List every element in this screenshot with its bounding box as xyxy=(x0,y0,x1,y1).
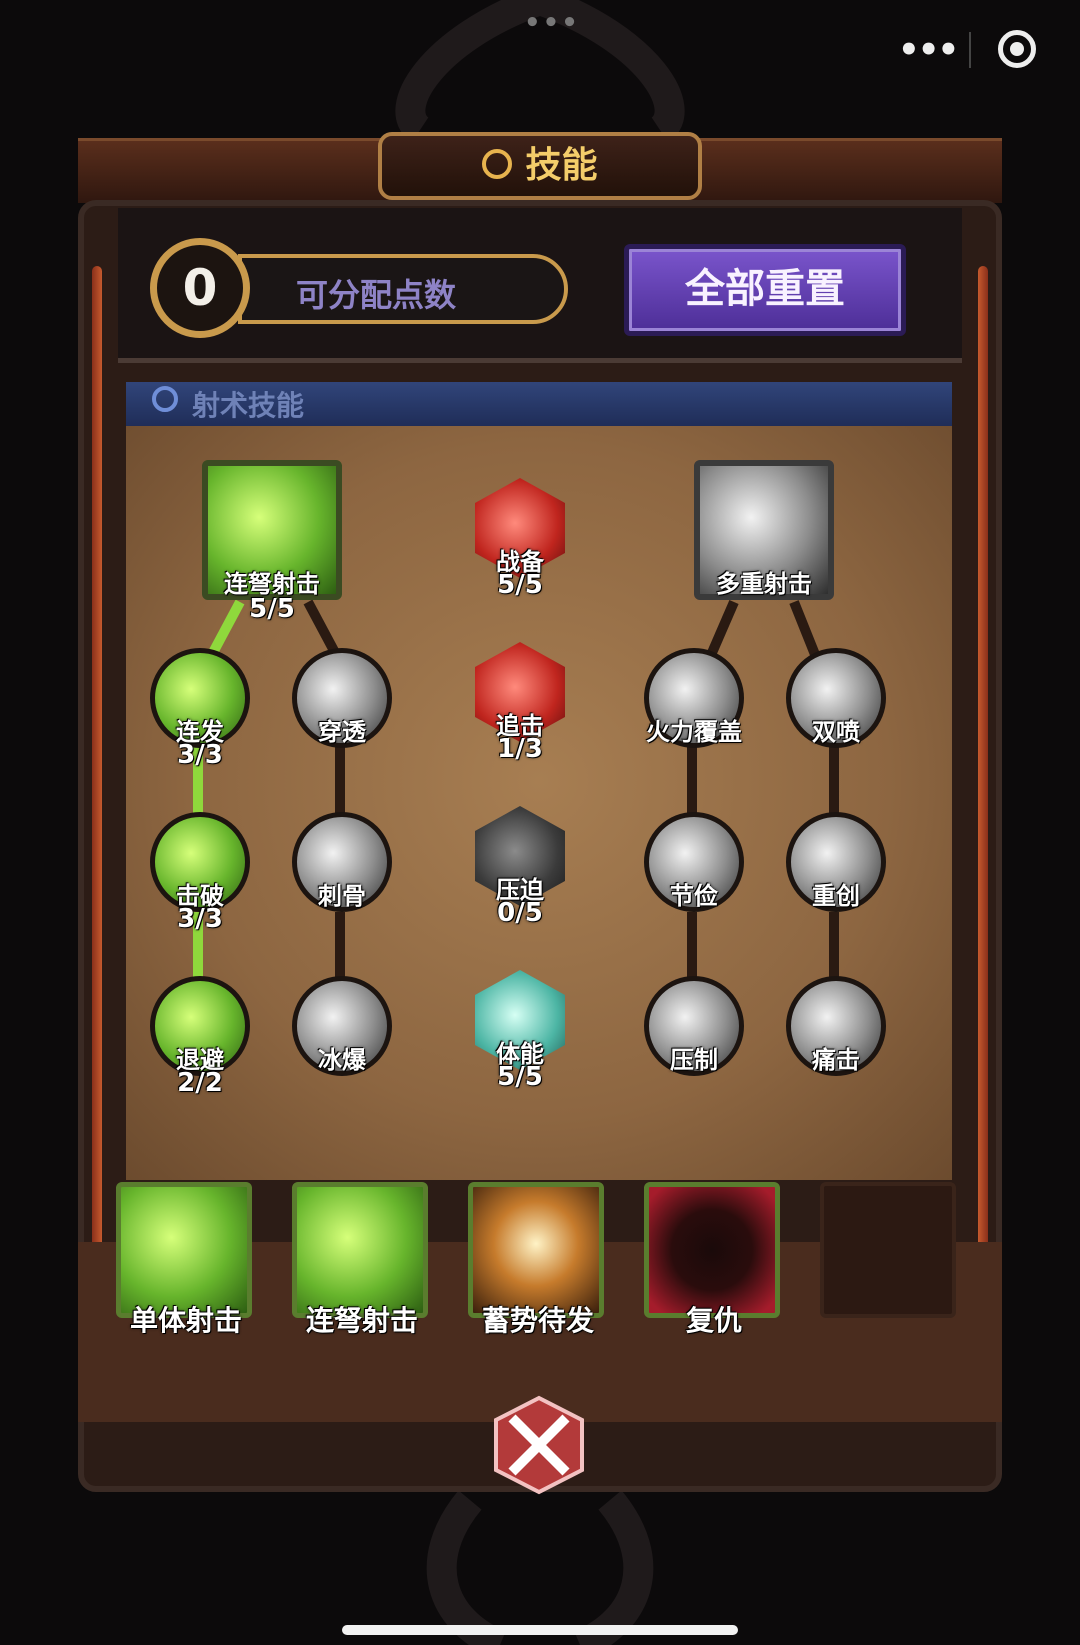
skill-count: 2/2 xyxy=(177,1068,223,1098)
equipped-slot-3[interactable]: 蓄势待发 xyxy=(468,1182,604,1337)
skill-node-center-2[interactable]: 追击 1/3 xyxy=(470,642,570,764)
slot-label: 蓄势待发 xyxy=(481,1304,594,1337)
skill-name: 痛击 xyxy=(812,1046,860,1074)
more-button[interactable]: ••• xyxy=(898,30,959,70)
skill-node-col1-2[interactable]: 击破 3/3 xyxy=(150,812,250,934)
skill-node-center-1[interactable]: 战备 5/5 xyxy=(470,478,570,600)
mini-program-capsule: ••• xyxy=(880,24,1050,74)
skill-count: 5/5 xyxy=(249,594,295,624)
skill-node-col1-1[interactable]: 连发 3/3 xyxy=(150,648,250,770)
close-target-icon[interactable] xyxy=(998,30,1036,68)
skill-name: 节俭 xyxy=(670,882,718,910)
skill-count: 3/3 xyxy=(177,904,223,934)
top-dots: ••• xyxy=(524,8,580,38)
skill-node-col5-1[interactable]: 双喷 xyxy=(786,648,886,748)
skill-node-col2-2[interactable]: 刺骨 xyxy=(292,812,392,912)
skill-node-right-top[interactable]: 多重射击 xyxy=(694,460,834,600)
skill-node-col5-3[interactable]: 痛击 xyxy=(786,976,886,1076)
skill-node-center-3[interactable]: 压迫 0/5 xyxy=(470,806,570,928)
equipped-slot-1[interactable]: 单体射击 xyxy=(116,1182,252,1337)
capsule-divider xyxy=(969,32,971,68)
skill-count: 5/5 xyxy=(497,570,543,600)
skill-node-col2-3[interactable]: 冰爆 xyxy=(292,976,392,1076)
skill-count: 0/5 xyxy=(497,898,543,928)
skill-name: 冰爆 xyxy=(318,1046,366,1074)
skill-name: 压制 xyxy=(670,1046,718,1074)
skill-node-center-4[interactable]: 体能 5/5 xyxy=(470,970,570,1092)
slot-label: 连弩射击 xyxy=(305,1304,418,1337)
equipped-slot-2[interactable]: 连弩射击 xyxy=(292,1182,428,1337)
skill-panel: 技能 可分配点数 0 全部重置 射术技能 连弩射击 5/5 多重射击 战备 5/… xyxy=(78,132,1002,1492)
close-button[interactable] xyxy=(484,1390,594,1500)
skill-count: 5/5 xyxy=(497,1062,543,1092)
skill-count: 3/3 xyxy=(177,740,223,770)
skill-node-col4-2[interactable]: 节俭 xyxy=(644,812,744,912)
skill-name: 双喷 xyxy=(812,718,860,746)
skill-name: 重创 xyxy=(812,882,860,910)
slot-label: 单体射击 xyxy=(129,1304,242,1337)
skill-node-col2-1[interactable]: 穿透 xyxy=(292,648,392,748)
empty-slot[interactable] xyxy=(820,1182,956,1318)
skill-node-col4-1[interactable]: 火力覆盖 xyxy=(644,648,744,748)
skill-node-left-top[interactable]: 连弩射击 5/5 xyxy=(202,460,342,624)
skill-name: 刺骨 xyxy=(318,882,366,910)
skill-name: 穿透 xyxy=(318,718,366,746)
skill-name: 火力覆盖 xyxy=(646,718,742,746)
home-indicator xyxy=(342,1625,738,1635)
skill-name: 多重射击 xyxy=(716,570,812,598)
skill-count: 1/3 xyxy=(497,734,543,764)
skill-node-col5-2[interactable]: 重创 xyxy=(786,812,886,912)
slot-label: 复仇 xyxy=(685,1304,742,1337)
skill-node-col1-3[interactable]: 退避 2/2 xyxy=(150,976,250,1098)
equipped-slot-4[interactable]: 复仇 xyxy=(644,1182,780,1337)
skill-node-col4-3[interactable]: 压制 xyxy=(644,976,744,1076)
